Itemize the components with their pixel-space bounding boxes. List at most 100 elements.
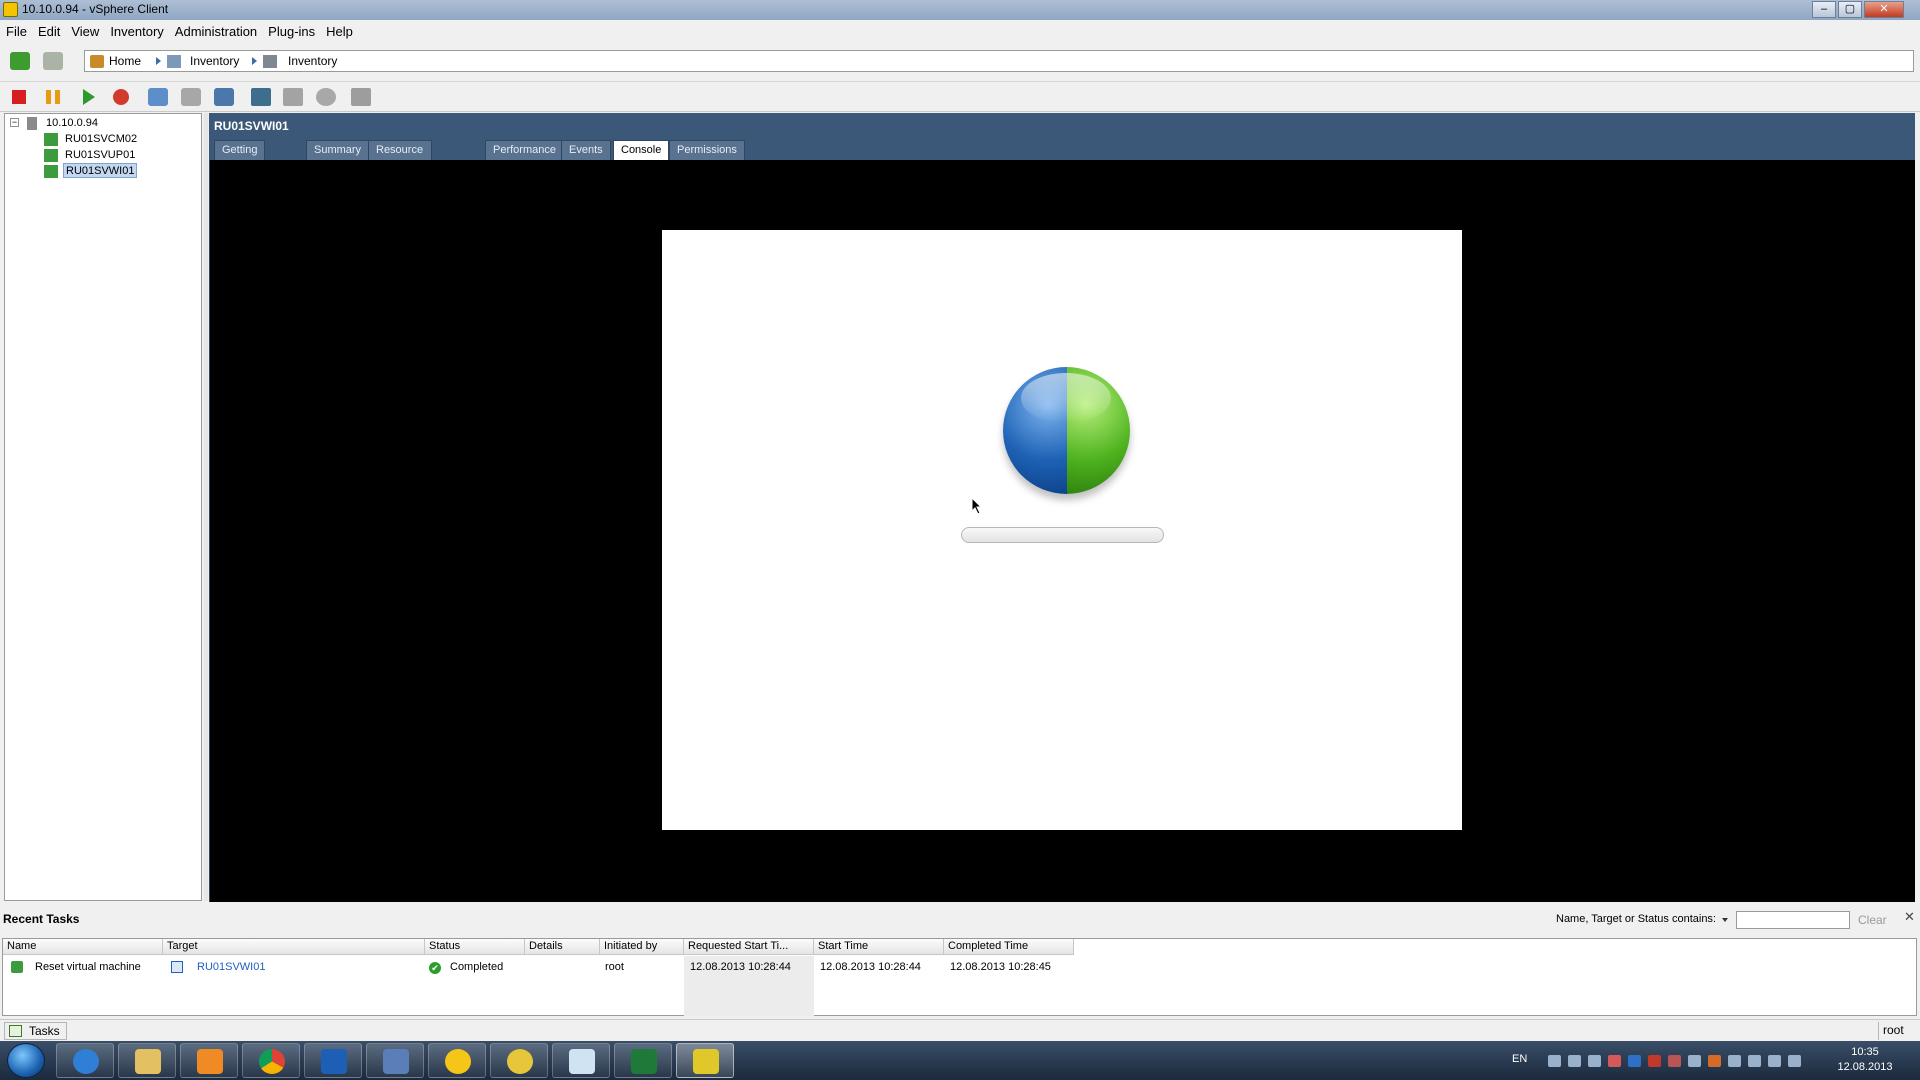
start-button[interactable] (7, 1043, 45, 1078)
vm-console[interactable] (209, 160, 1915, 902)
guest-boot-screen[interactable] (662, 230, 1462, 830)
tray-icon[interactable] (1628, 1055, 1641, 1067)
column-header-completed-time[interactable]: Completed Time (944, 939, 1074, 955)
tab-permissions[interactable]: Permissions (669, 140, 745, 160)
vsphere-app-icon (3, 2, 18, 17)
task-completed-time: 12.08.2013 10:28:45 (950, 961, 1051, 973)
network-icon[interactable] (1768, 1055, 1781, 1067)
media-player-icon[interactable] (180, 1043, 238, 1078)
menu-view[interactable]: View (65, 20, 104, 39)
reset-icon[interactable] (113, 89, 129, 105)
vsphere-client-icon[interactable] (676, 1043, 734, 1078)
tasks-icon (9, 1025, 22, 1037)
breadcrumb-separator-icon (252, 57, 257, 65)
pane-splitter[interactable] (204, 113, 208, 901)
network-tool-icon[interactable] (366, 1043, 424, 1078)
menu-plugins[interactable]: Plug-ins (262, 20, 320, 39)
task-target-link[interactable]: RU01SVWI01 (197, 960, 265, 975)
vm-header: RU01SVWI01 Getting Started Summary Resou… (209, 113, 1915, 175)
tray-icon[interactable] (1688, 1055, 1701, 1067)
play-icon[interactable] (83, 89, 95, 105)
tray-icon[interactable] (1668, 1055, 1681, 1067)
column-header-details[interactable]: Details (525, 939, 600, 955)
tree-vm-item[interactable]: RU01SVUP01 (65, 148, 135, 163)
snapshot-manager-icon[interactable] (214, 88, 234, 106)
tree-vm-item[interactable]: RU01SVCM02 (65, 132, 137, 147)
console-icon[interactable] (251, 88, 271, 106)
navigation-bar: Home Inventory Inventory (0, 42, 1920, 82)
template-icon[interactable] (351, 88, 371, 106)
tab-summary[interactable]: Summary (306, 140, 370, 160)
snapshot-icon[interactable] (148, 88, 168, 106)
menu-edit[interactable]: Edit (32, 20, 65, 39)
vm-icon (44, 133, 58, 146)
tasks-button[interactable]: Tasks (4, 1022, 67, 1040)
status-bar: Tasks root (0, 1019, 1920, 1041)
tab-resource-allocation[interactable]: Resource Allocation (368, 140, 432, 175)
breadcrumb-inventory[interactable]: Inventory (190, 54, 239, 68)
tray-icon[interactable] (1708, 1055, 1721, 1067)
column-header-start-time[interactable]: Start Time (814, 939, 944, 955)
tab-getting-started[interactable]: Getting Started (214, 140, 266, 175)
breadcrumb-inventory-view[interactable]: Inventory (288, 54, 337, 68)
hosts-clusters-icon (263, 55, 277, 68)
menu-help[interactable]: Help (320, 20, 358, 39)
notepad-icon[interactable] (552, 1043, 610, 1078)
tab-performance[interactable]: Performance (485, 140, 564, 160)
chevron-down-icon[interactable] (1722, 918, 1728, 922)
volume-icon[interactable] (1788, 1055, 1801, 1067)
filter-label[interactable]: Name, Target or Status contains: (1556, 913, 1716, 925)
stop-icon[interactable] (12, 90, 26, 104)
internet-explorer-icon[interactable] (56, 1043, 114, 1078)
maximize-button[interactable]: ▢ (1838, 1, 1862, 18)
1c-icon[interactable] (428, 1043, 486, 1078)
task-requested-start: 12.08.2013 10:28:44 (690, 961, 791, 973)
chrome-icon[interactable] (242, 1043, 300, 1078)
excel-icon[interactable] (614, 1043, 672, 1078)
minimize-button[interactable]: – (1812, 1, 1836, 18)
tasks-label: Tasks (29, 1024, 60, 1038)
breadcrumb: Home Inventory Inventory (84, 50, 1914, 72)
menu-file[interactable]: File (0, 20, 32, 39)
column-header-status[interactable]: Status (425, 939, 525, 955)
back-arrow-icon[interactable] (10, 52, 30, 70)
tab-events[interactable]: Events (561, 140, 611, 160)
tray-icon[interactable] (1548, 1055, 1561, 1067)
column-header-initiated-by[interactable]: Initiated by (600, 939, 684, 955)
database-tool-icon[interactable] (490, 1043, 548, 1078)
recent-tasks-title: Recent Tasks (3, 912, 80, 926)
show-hidden-icons-icon[interactable] (1728, 1055, 1741, 1067)
column-header-requested-start[interactable]: Requested Start Ti... (684, 939, 814, 955)
migrate-icon[interactable] (283, 88, 303, 106)
clear-filter-button[interactable]: Clear (1858, 913, 1887, 927)
task-filter-input[interactable] (1736, 911, 1850, 929)
taskbar-clock[interactable]: 10:35 12.08.2013 (1830, 1045, 1900, 1075)
tree-host[interactable]: 10.10.0.94 (46, 116, 98, 131)
menu-administration[interactable]: Administration (169, 20, 262, 39)
forward-arrow-icon[interactable] (43, 52, 63, 70)
boot-progress-bar (961, 527, 1164, 543)
tree-vm-item-selected[interactable]: RU01SVWI01 (63, 163, 138, 178)
column-header-target[interactable]: Target (163, 939, 425, 955)
action-center-icon[interactable] (1748, 1055, 1761, 1067)
tray-icon[interactable] (1608, 1055, 1621, 1067)
home-icon (90, 55, 104, 68)
collapse-icon[interactable]: − (10, 118, 19, 127)
close-tasks-icon[interactable]: ✕ (1904, 909, 1915, 925)
revert-icon[interactable] (181, 88, 201, 106)
close-button[interactable]: ✕ (1864, 1, 1904, 18)
window-title: 10.10.0.94 - vSphere Client (22, 2, 169, 16)
tab-console[interactable]: Console (613, 140, 670, 160)
menu-inventory[interactable]: Inventory (104, 20, 168, 39)
windows-explorer-icon[interactable] (118, 1043, 176, 1078)
breadcrumb-home[interactable]: Home (109, 54, 141, 68)
column-header-name[interactable]: Name (3, 939, 163, 955)
tray-icon[interactable] (1568, 1055, 1581, 1067)
tray-icon[interactable] (1588, 1055, 1601, 1067)
antivirus-icon[interactable] (1648, 1055, 1661, 1067)
outlook-icon[interactable] (304, 1043, 362, 1078)
clone-icon[interactable] (316, 88, 336, 106)
language-indicator[interactable]: EN (1512, 1053, 1527, 1065)
window-titlebar[interactable]: 10.10.0.94 - vSphere Client – ▢ ✕ (0, 0, 1920, 20)
pause-icon[interactable] (46, 90, 60, 104)
